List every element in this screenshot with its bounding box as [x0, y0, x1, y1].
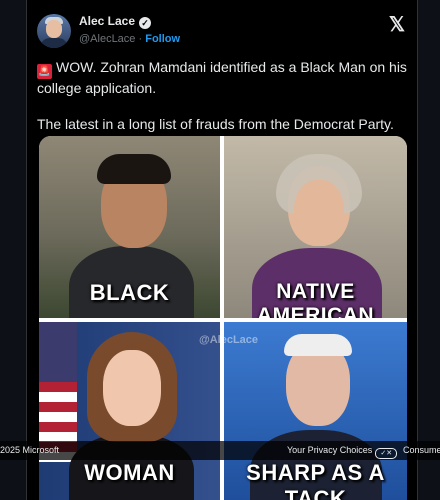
caption-woman: WOMAN	[84, 460, 175, 485]
author-handle[interactable]: @AlecLace	[79, 33, 135, 45]
separator: ·	[138, 33, 143, 45]
tweet-text-line1: WOW. Zohran Mamdani identified as a Blac…	[37, 59, 407, 96]
privacy-choices-label[interactable]: Your Privacy Choices	[287, 445, 372, 455]
author-name[interactable]: Alec Lace	[79, 14, 135, 28]
image-panel-sharp-as-a-tack: SHARP AS A TACK	[224, 322, 407, 500]
author-name-row[interactable]: Alec Lace ✓	[79, 14, 152, 29]
image-watermark: @AlecLace	[199, 334, 259, 346]
image-panel-woman: WOMAN	[39, 322, 220, 500]
consumer-link[interactable]: Consume	[403, 441, 440, 460]
image-panel-black: BLACK	[39, 136, 220, 318]
tweet-card: Alec Lace ✓ @AlecLace · Follow 𝕏 🚨 WOW. Zo…	[26, 0, 418, 500]
page-footer: 2025 Microsoft Your Privacy Choices ✓✕ Co…	[0, 441, 440, 460]
rotating-light-icon: 🚨	[37, 64, 52, 79]
handle-row: @AlecLace · Follow	[79, 33, 180, 45]
follow-button[interactable]: Follow	[145, 33, 180, 45]
verified-badge-icon: ✓	[139, 17, 152, 29]
image-panel-native-american: NATIVE AMERICAN	[224, 136, 407, 318]
x-logo-icon[interactable]: 𝕏	[389, 12, 405, 37]
caption-black: BLACK	[89, 280, 170, 305]
copyright-text: 2025 Microsoft	[0, 445, 60, 455]
tweet-text-line2: The latest in a long list of frauds from…	[37, 116, 394, 132]
avatar[interactable]	[37, 14, 71, 48]
caption-native-american: NATIVE AMERICAN	[256, 280, 375, 318]
caption-sharp-as-a-tack: SHARP AS A TACK	[246, 460, 385, 500]
privacy-toggle-icon: ✓✕	[375, 448, 398, 459]
tweet-text: 🚨 WOW. Zohran Mamdani identified as a Bla…	[37, 58, 409, 133]
privacy-choices-link[interactable]: Your Privacy Choices ✓✕	[287, 441, 398, 460]
